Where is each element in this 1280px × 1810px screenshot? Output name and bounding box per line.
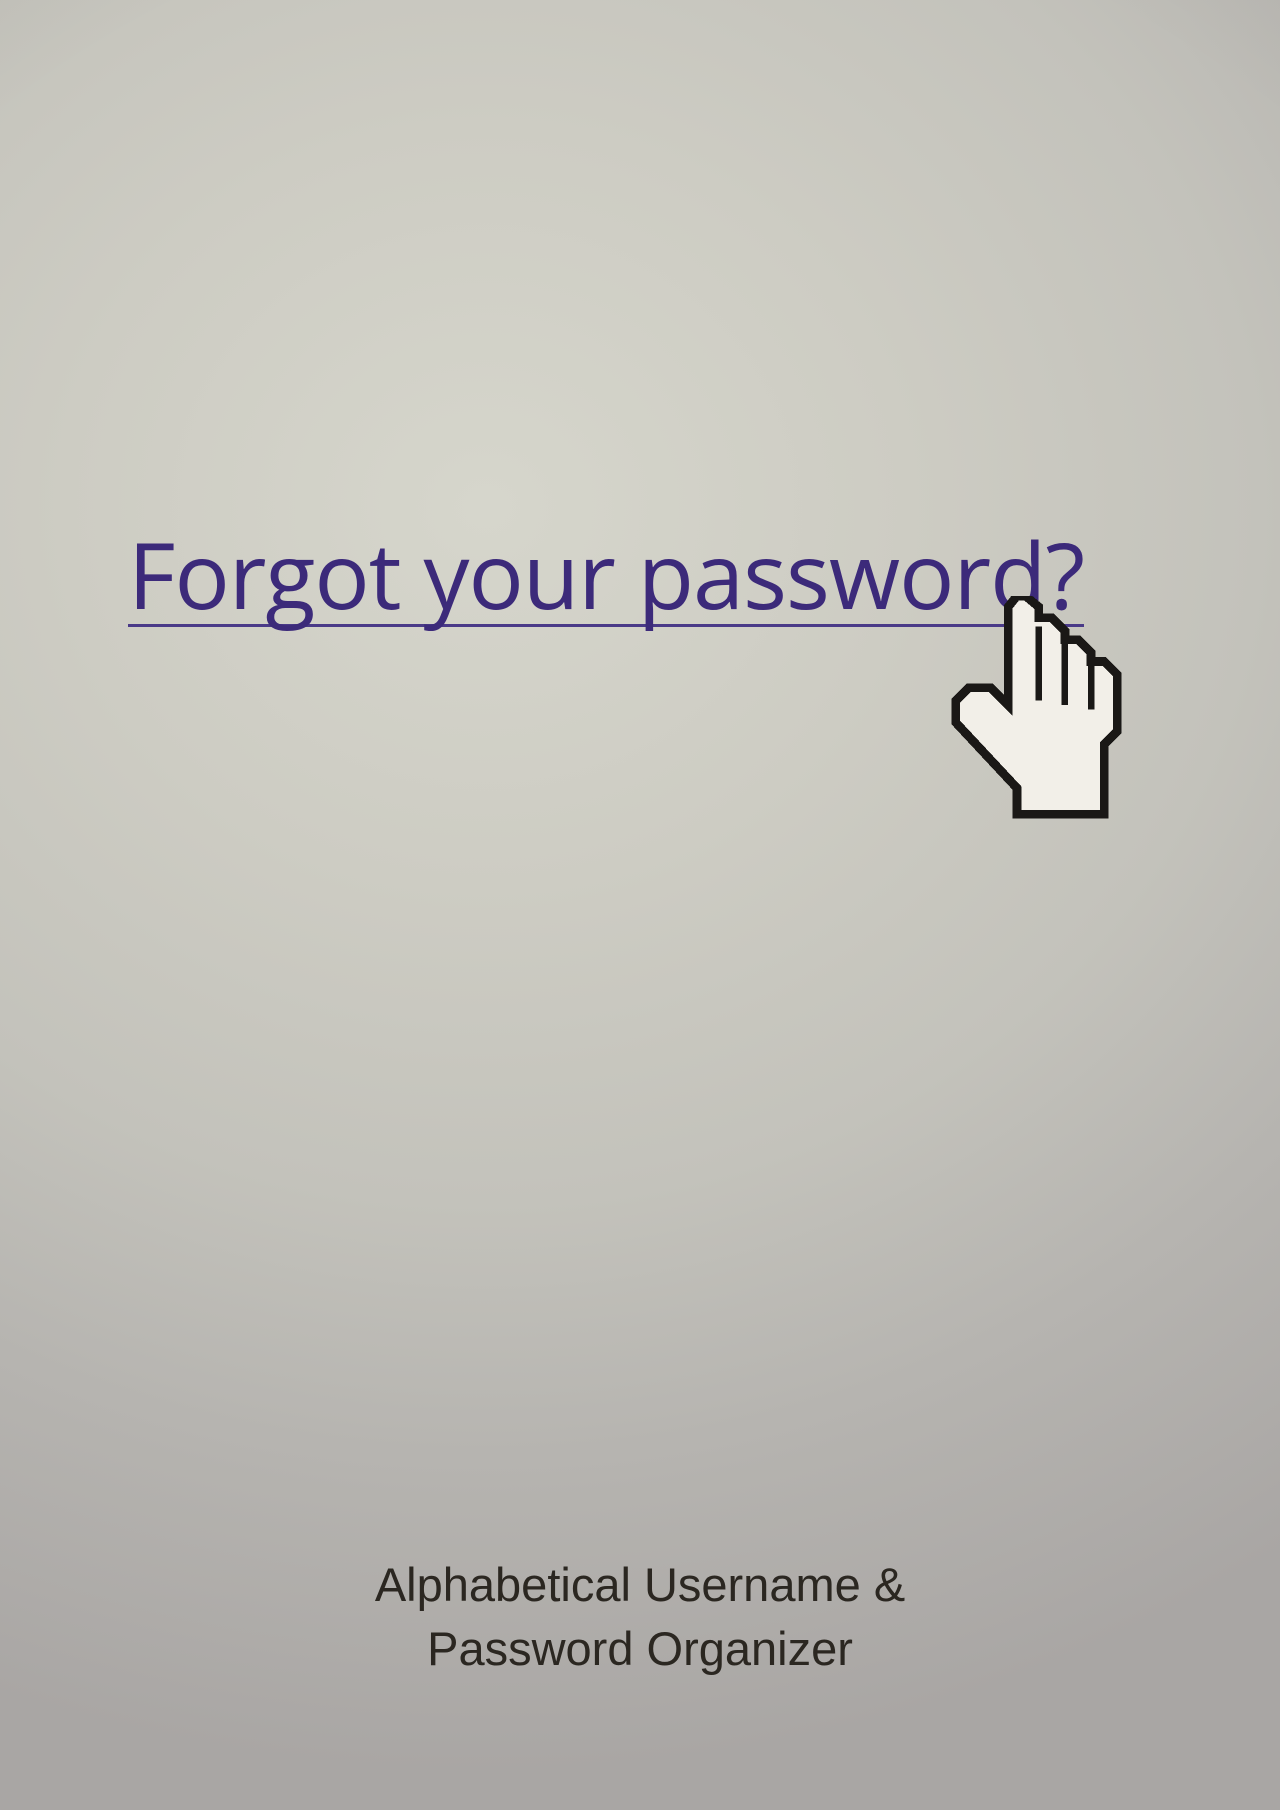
vignette-overlay [0, 0, 1280, 1810]
book-subtitle-line2: Password Organizer [0, 1617, 1280, 1680]
pointer-hand-cursor-icon [920, 596, 1140, 836]
book-subtitle: Alphabetical Username & Password Organiz… [0, 1553, 1280, 1680]
book-subtitle-line1: Alphabetical Username & [0, 1553, 1280, 1616]
